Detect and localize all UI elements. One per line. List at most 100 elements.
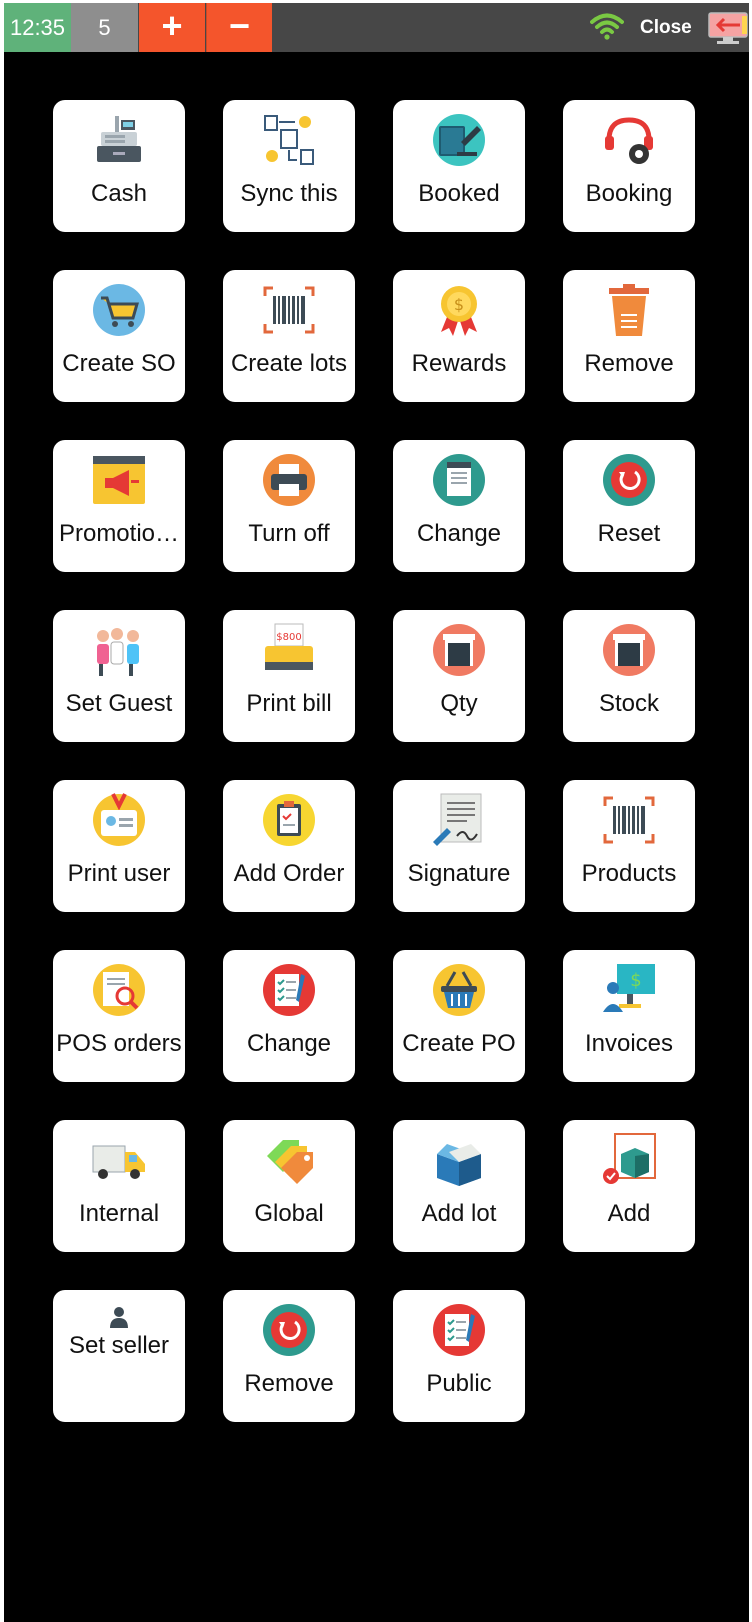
printer-icon: [261, 452, 317, 508]
tile-label: Print bill: [246, 690, 332, 717]
tile-products[interactable]: Products: [563, 780, 695, 912]
tile-change[interactable]: Change: [223, 950, 355, 1082]
tile-booked[interactable]: Booked: [393, 100, 525, 232]
tile-label: Signature: [407, 860, 511, 887]
tile-sync-this[interactable]: Sync this: [223, 100, 355, 232]
trash-bin-icon: [601, 282, 657, 338]
tile-create-lots[interactable]: Create lots: [223, 270, 355, 402]
svg-text:$: $: [454, 295, 464, 314]
tile-qty[interactable]: Qty: [393, 610, 525, 742]
tile-print-bill[interactable]: $800 Print bill: [223, 610, 355, 742]
tile-set-seller[interactable]: Set seller: [53, 1290, 185, 1422]
tile-cash[interactable]: Cash: [53, 100, 185, 232]
tile-public[interactable]: Public: [393, 1290, 525, 1422]
tile-create-so[interactable]: Create SO: [53, 270, 185, 402]
tile-label: Rewards: [411, 350, 507, 377]
tile-label: Global: [254, 1200, 324, 1227]
tile-turn-off[interactable]: Turn off: [223, 440, 355, 572]
shopping-basket-icon: [431, 962, 487, 1018]
tile-promotio[interactable]: Promotio…: [53, 440, 185, 572]
tile-invoices[interactable]: $ Invoices: [563, 950, 695, 1082]
tile-label: Change: [416, 520, 502, 547]
order-count[interactable]: 5: [71, 3, 138, 52]
tile-label: Public: [426, 1370, 492, 1397]
tile-label: Add lot: [421, 1200, 497, 1227]
tile-label: Add: [607, 1200, 651, 1227]
tile-label: Set seller: [68, 1332, 170, 1359]
tile-reset[interactable]: Reset: [563, 440, 695, 572]
store-door-icon: [431, 622, 487, 678]
shopping-cart-icon: [91, 282, 147, 338]
close-button[interactable]: Close: [640, 3, 692, 52]
tile-label: Stock: [598, 690, 660, 717]
bill-printer-icon: $800: [261, 622, 317, 678]
report-search-icon: [91, 962, 147, 1018]
tile-label: Products: [581, 860, 677, 887]
tile-label: Reset: [597, 520, 661, 547]
barcode-scan-icon: [601, 792, 657, 848]
tile-label: Invoices: [584, 1030, 674, 1057]
exit-icon[interactable]: [706, 11, 750, 45]
tile-label: Create SO: [62, 350, 176, 377]
tile-add[interactable]: Add: [563, 1120, 695, 1252]
tile-label: Booked: [418, 180, 500, 207]
tile-label: Turn off: [248, 520, 330, 547]
tile-add-lot[interactable]: Add lot: [393, 1120, 525, 1252]
cash-register-icon: [91, 112, 147, 168]
tile-label: Booking: [585, 180, 673, 207]
open-box-icon: [431, 1132, 487, 1188]
tile-label: Internal: [78, 1200, 160, 1227]
tile-label: Remove: [584, 350, 674, 377]
tile-add-order[interactable]: Add Order: [223, 780, 355, 912]
checklist-icon: [431, 1302, 487, 1358]
tile-label: POS orders: [56, 1030, 182, 1057]
checklist-icon: [261, 962, 317, 1018]
top-bar: 12:35 5 + − Close: [4, 3, 749, 52]
tile-label: Print user: [67, 860, 171, 887]
reset-circle-icon: [601, 452, 657, 508]
svg-text:$800: $800: [276, 632, 301, 643]
tile-global[interactable]: Global: [223, 1120, 355, 1252]
booked-book-icon: [431, 112, 487, 168]
tile-label: Cash: [90, 180, 148, 207]
package-add-icon: [601, 1132, 657, 1188]
clock: 12:35: [4, 3, 71, 52]
id-badge-icon: [91, 792, 147, 848]
tile-internal[interactable]: Internal: [53, 1120, 185, 1252]
tile-stock[interactable]: Stock: [563, 610, 695, 742]
tile-remove[interactable]: Remove: [223, 1290, 355, 1422]
guests-group-icon: [91, 622, 147, 678]
tile-change[interactable]: Change: [393, 440, 525, 572]
invoice-monitor-icon: $: [601, 962, 657, 1018]
tile-rewards[interactable]: $ Rewards: [393, 270, 525, 402]
tile-remove[interactable]: Remove: [563, 270, 695, 402]
store-door-icon: [601, 622, 657, 678]
tile-label: Sync this: [240, 180, 338, 207]
megaphone-icon: [91, 452, 147, 508]
tile-booking[interactable]: Booking: [563, 100, 695, 232]
tile-label: Promotio…: [58, 520, 180, 547]
headset-gear-icon: [601, 112, 657, 168]
reward-medal-icon: $: [431, 282, 487, 338]
sync-flow-icon: [261, 112, 317, 168]
delivery-truck-icon: [91, 1132, 147, 1188]
taxes-receipt-icon: [431, 452, 487, 508]
wifi-icon: [590, 12, 624, 40]
price-tags-icon: [261, 1132, 317, 1188]
tile-label: Change: [246, 1030, 332, 1057]
tile-label: Create PO: [402, 1030, 516, 1057]
person-icon: [108, 1306, 130, 1328]
tile-label: Add Order: [233, 860, 345, 887]
minus-button[interactable]: −: [206, 3, 272, 52]
tile-signature[interactable]: Signature: [393, 780, 525, 912]
tile-print-user[interactable]: Print user: [53, 780, 185, 912]
tile-label: Create lots: [230, 350, 348, 377]
tile-create-po[interactable]: Create PO: [393, 950, 525, 1082]
svg-text:$: $: [630, 970, 641, 991]
signature-document-icon: [431, 792, 487, 848]
tile-pos-orders[interactable]: POS orders: [53, 950, 185, 1082]
barcode-scan-icon: [261, 282, 317, 338]
plus-button[interactable]: +: [139, 3, 205, 52]
reset-circle-icon: [261, 1302, 317, 1358]
tile-set-guest[interactable]: Set Guest: [53, 610, 185, 742]
